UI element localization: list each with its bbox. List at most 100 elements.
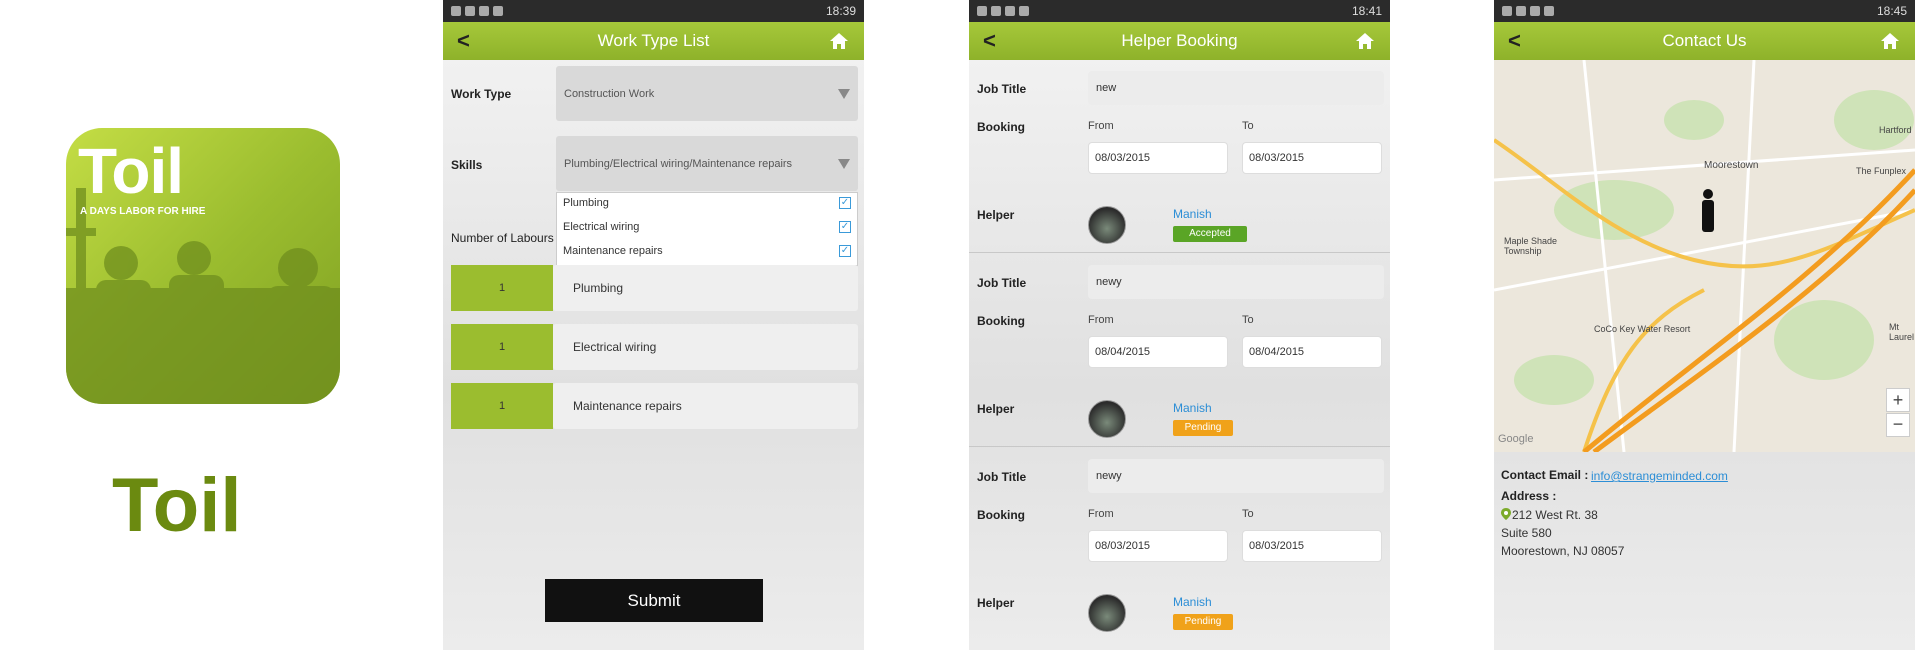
job-title-label: Job Title: [977, 82, 1027, 96]
phone-contact-us: 18:45 < Contact Us Moorestown Maple Shad…: [1494, 0, 1915, 650]
booking-label: Booking: [977, 120, 1025, 134]
clock: 18:39: [825, 4, 856, 18]
back-icon[interactable]: <: [983, 28, 996, 54]
address-line: Moorestown, NJ 08057: [1501, 544, 1625, 558]
avatar: [1088, 400, 1126, 438]
location-pin-icon: [1501, 508, 1511, 520]
dropdown-arrow-icon: [838, 88, 850, 99]
status-badge: Pending: [1173, 614, 1233, 630]
helper-label: Helper: [977, 402, 1015, 416]
checkbox-checked-icon[interactable]: ✓: [839, 245, 851, 257]
helper-name[interactable]: Manish: [1173, 401, 1212, 415]
contact-email-label: Contact Email :: [1501, 468, 1589, 482]
map-label: Maple Shade Township: [1504, 236, 1558, 256]
from-date-input[interactable]: 08/03/2015: [1088, 530, 1228, 562]
job-title-input[interactable]: newy: [1088, 459, 1384, 493]
skill-option[interactable]: Plumbing ✓: [563, 197, 851, 209]
status-bar: 18:45: [1494, 0, 1915, 22]
app-icon: Toil A DAYS LABOR FOR HIRE: [66, 128, 340, 404]
back-icon[interactable]: <: [1508, 28, 1521, 54]
labour-count-input[interactable]: 1: [451, 265, 553, 311]
status-bar: 18:39: [443, 0, 864, 22]
avatar: [1088, 206, 1126, 244]
helper-label: Helper: [977, 596, 1015, 610]
status-badge: Accepted: [1173, 226, 1247, 242]
map-roads: [1494, 60, 1915, 452]
title-bar: < Contact Us: [1494, 22, 1915, 60]
labours-label: Number of Labours: [451, 231, 554, 245]
logo-title: Toil: [78, 135, 184, 207]
home-icon[interactable]: [1354, 30, 1376, 52]
divider: [969, 446, 1390, 447]
address-line: Suite 580: [1501, 526, 1552, 540]
app-name: Toil: [112, 463, 242, 548]
title-bar: < Work Type List: [443, 22, 864, 60]
booking-label: Booking: [977, 508, 1025, 522]
map-label: Moorestown: [1704, 160, 1759, 171]
map-view[interactable]: Moorestown Maple Shade Township CoCo Key…: [1494, 60, 1915, 452]
job-title-label: Job Title: [977, 276, 1027, 290]
map-label: CoCo Key Water Resort: [1594, 324, 1691, 334]
from-label: From: [1088, 120, 1114, 132]
helper-name[interactable]: Manish: [1173, 595, 1212, 609]
zoom-in-button[interactable]: +: [1886, 388, 1910, 412]
home-icon[interactable]: [1879, 30, 1901, 52]
to-date-input[interactable]: 08/04/2015: [1242, 336, 1382, 368]
helper-name[interactable]: Manish: [1173, 207, 1212, 221]
google-logo: Google: [1498, 433, 1534, 445]
submit-button[interactable]: Submit: [545, 579, 763, 622]
work-type-label: Work Type: [451, 87, 512, 101]
map-label: The Funplex: [1856, 166, 1907, 176]
home-icon[interactable]: [828, 30, 850, 52]
to-label: To: [1242, 508, 1254, 520]
labour-count-input[interactable]: 1: [451, 383, 553, 429]
map-label: Mt Laurel: [1889, 322, 1915, 342]
address-label: Address :: [1501, 489, 1557, 503]
work-type-select[interactable]: Construction Work: [556, 66, 858, 121]
logo-tagline: A DAYS LABOR FOR HIRE: [80, 206, 206, 217]
from-label: From: [1088, 508, 1114, 520]
screen-title: Contact Us: [1662, 31, 1747, 50]
phone-helper-booking: 18:41 < Helper Booking Job Title new Boo…: [969, 0, 1390, 650]
job-title-input[interactable]: newy: [1088, 265, 1384, 299]
skills-select[interactable]: Plumbing/Electrical wiring/Maintenance r…: [556, 136, 858, 191]
skill-option-label: Maintenance repairs: [563, 245, 663, 257]
checkbox-checked-icon[interactable]: ✓: [839, 221, 851, 233]
checkbox-checked-icon[interactable]: ✓: [839, 197, 851, 209]
job-title-label: Job Title: [977, 470, 1027, 484]
labour-count-input[interactable]: 1: [451, 324, 553, 370]
labour-skill-name: Plumbing: [553, 265, 858, 311]
title-bar: < Helper Booking: [969, 22, 1390, 60]
skill-option-label: Plumbing: [563, 197, 609, 209]
to-date-input[interactable]: 08/03/2015: [1242, 142, 1382, 174]
map-label: Hartford: [1879, 125, 1912, 135]
from-label: From: [1088, 314, 1114, 326]
to-label: To: [1242, 120, 1254, 132]
work-type-value: Construction Work: [564, 87, 655, 100]
status-badge: Pending: [1173, 420, 1233, 436]
contact-email-link[interactable]: info@strangeminded.com: [1591, 469, 1728, 483]
street-view-person-icon[interactable]: [1700, 188, 1716, 232]
helper-label: Helper: [977, 208, 1015, 222]
back-icon[interactable]: <: [457, 28, 470, 54]
clock: 18:45: [1876, 4, 1907, 18]
booking-label: Booking: [977, 314, 1025, 328]
skill-option[interactable]: Maintenance repairs ✓: [563, 245, 851, 257]
zoom-out-button[interactable]: −: [1886, 413, 1910, 437]
labour-skill-name: Electrical wiring: [553, 324, 858, 370]
phone-work-type: 18:39 < Work Type List Work Type Constru…: [443, 0, 864, 650]
screen-title: Work Type List: [597, 31, 710, 50]
from-date-input[interactable]: 08/03/2015: [1088, 142, 1228, 174]
clock: 18:41: [1351, 4, 1382, 18]
to-date-input[interactable]: 08/03/2015: [1242, 530, 1382, 562]
labour-skill-name: Maintenance repairs: [553, 383, 858, 429]
skill-option-label: Electrical wiring: [563, 221, 640, 233]
address-line: 212 West Rt. 38: [1512, 508, 1598, 522]
status-bar: 18:41: [969, 0, 1390, 22]
job-title-input[interactable]: new: [1088, 71, 1384, 105]
skill-option[interactable]: Electrical wiring ✓: [563, 221, 851, 233]
screen-title: Helper Booking: [1121, 31, 1238, 50]
skills-label: Skills: [451, 158, 483, 172]
from-date-input[interactable]: 08/04/2015: [1088, 336, 1228, 368]
dropdown-arrow-icon: [838, 158, 850, 169]
